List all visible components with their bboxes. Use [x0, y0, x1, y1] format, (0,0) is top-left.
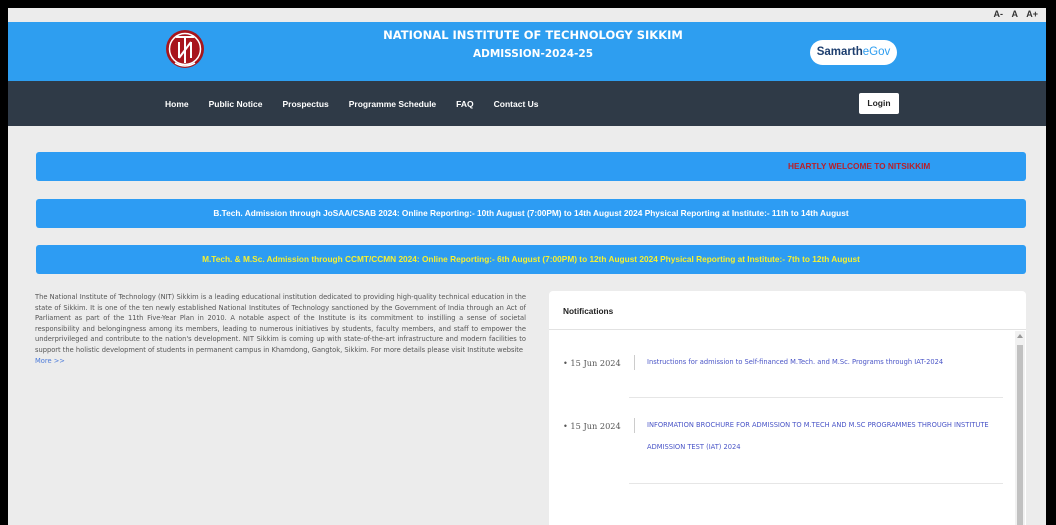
about-text: The National Institute of Technology (NI… — [35, 293, 526, 354]
notifications-card: Notifications • 15 Jun 2024 Instructions… — [549, 291, 1026, 525]
btech-admission-banner[interactable]: B.Tech. Admission through JoSAA/CSAB 202… — [36, 199, 1026, 228]
font-decrease-button[interactable]: A- — [994, 9, 1004, 19]
page-viewport: A- A A+ NATIONAL INSTITUTE OF TECHNOLOGY… — [8, 8, 1046, 525]
notification-date: • 15 Jun 2024 — [563, 358, 621, 368]
about-section: The National Institute of Technology (NI… — [35, 292, 526, 366]
font-increase-button[interactable]: A+ — [1026, 9, 1038, 19]
notification-separator — [634, 418, 635, 433]
scrollbar-thumb[interactable] — [1017, 345, 1023, 525]
more-link[interactable]: More >> — [35, 356, 526, 367]
notification-date: • 15 Jun 2024 — [563, 421, 621, 431]
egov-brand-text: eGov — [862, 46, 891, 58]
notifications-scrollbar[interactable] — [1015, 331, 1025, 525]
font-reset-button[interactable]: A — [1012, 9, 1018, 19]
notifications-divider — [549, 329, 1026, 330]
mtech-admission-banner[interactable]: M.Tech. & M.Sc. Admission through CCMT/C… — [36, 245, 1026, 274]
nav-menu: Home Public Notice Prospectus Programme … — [165, 81, 559, 126]
welcome-banner: HEARTLY WELCOME TO NITSIKKIM — [36, 152, 1026, 181]
notifications-title: Notifications — [563, 306, 614, 316]
nav-contact-us[interactable]: Contact Us — [494, 99, 539, 109]
scroll-up-arrow-icon[interactable] — [1017, 334, 1023, 338]
notification-link[interactable]: Instructions for admission to Self-finan… — [647, 351, 997, 373]
samarth-egov-logo[interactable]: SamartheGov — [810, 40, 897, 65]
notification-separator — [634, 355, 635, 370]
nav-faq[interactable]: FAQ — [456, 99, 473, 109]
login-button[interactable]: Login — [859, 93, 899, 114]
nav-home[interactable]: Home — [165, 99, 189, 109]
notification-link[interactable]: INFORMATION BROCHURE FOR ADMISSION TO M.… — [647, 414, 997, 458]
samarth-brand-text: Samarth — [816, 46, 863, 58]
nav-programme-schedule[interactable]: Programme Schedule — [349, 99, 436, 109]
header-bar: NATIONAL INSTITUTE OF TECHNOLOGY SIKKIM … — [8, 22, 1046, 81]
institute-title: NATIONAL INSTITUTE OF TECHNOLOGY SIKKIM — [383, 28, 683, 42]
main-navbar: Home Public Notice Prospectus Programme … — [8, 81, 1046, 126]
notification-rule — [629, 483, 1003, 484]
font-size-controls: A- A A+ — [988, 8, 1038, 20]
nav-prospectus[interactable]: Prospectus — [282, 99, 328, 109]
notification-rule — [629, 397, 1003, 398]
nav-public-notice[interactable]: Public Notice — [209, 99, 263, 109]
welcome-marquee-text: HEARTLY WELCOME TO NITSIKKIM — [788, 161, 931, 171]
